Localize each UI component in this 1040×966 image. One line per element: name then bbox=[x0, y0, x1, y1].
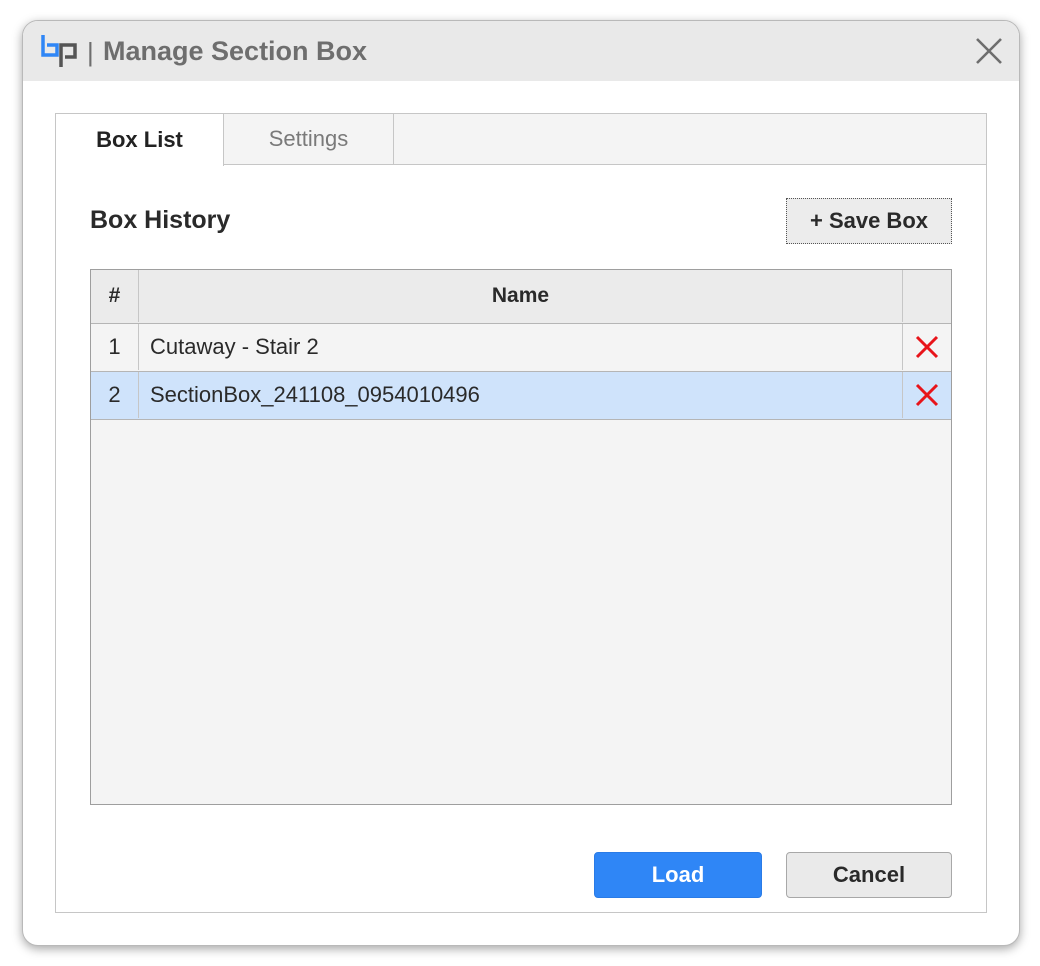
title-bar: | Manage Section Box bbox=[23, 21, 1019, 81]
column-header-name[interactable]: Name bbox=[139, 270, 903, 322]
tab-panel: Box List Settings Box History + Save Box… bbox=[55, 113, 987, 913]
delete-x-icon bbox=[915, 335, 939, 359]
row-number: 2 bbox=[91, 372, 139, 418]
window-title: Manage Section Box bbox=[103, 36, 368, 66]
delete-row-button[interactable] bbox=[903, 372, 951, 418]
table-row[interactable]: 2 SectionBox_241108_0954010496 bbox=[91, 372, 951, 420]
box-history-heading: Box History bbox=[90, 206, 231, 234]
row-number: 1 bbox=[91, 324, 139, 370]
tab-box-list[interactable]: Box List bbox=[56, 114, 224, 166]
manage-section-box-dialog: | Manage Section Box Box List Settings B… bbox=[22, 20, 1020, 946]
row-name: SectionBox_241108_0954010496 bbox=[139, 372, 903, 418]
load-button[interactable]: Load bbox=[594, 852, 762, 898]
delete-x-icon bbox=[915, 383, 939, 407]
tab-settings[interactable]: Settings bbox=[224, 114, 394, 164]
close-icon[interactable] bbox=[973, 35, 1005, 67]
cancel-button[interactable]: Cancel bbox=[786, 852, 952, 898]
row-name: Cutaway - Stair 2 bbox=[139, 324, 903, 370]
box-history-table: # Name 1 Cutaway - Stair 2 2 SectionBox_… bbox=[90, 269, 952, 805]
table-row[interactable]: 1 Cutaway - Stair 2 bbox=[91, 324, 951, 372]
delete-row-button[interactable] bbox=[903, 324, 951, 370]
bp-logo-icon bbox=[41, 35, 77, 67]
tab-strip: Box List Settings bbox=[56, 114, 986, 166]
title-separator: | bbox=[87, 37, 94, 67]
save-box-button[interactable]: + Save Box bbox=[786, 198, 952, 244]
column-header-number[interactable]: # bbox=[91, 270, 139, 322]
table-header: # Name bbox=[91, 270, 951, 324]
column-header-delete bbox=[903, 270, 951, 322]
